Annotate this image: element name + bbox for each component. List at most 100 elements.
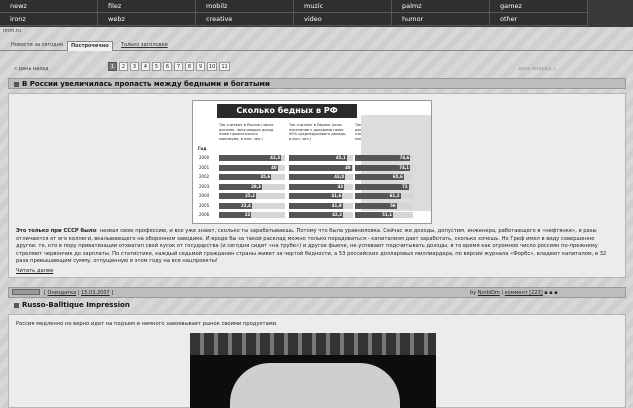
- car-silhouette: [230, 363, 400, 408]
- article-title[interactable]: Russo-Balltique Impression: [14, 301, 130, 309]
- bar-value-label: 74,1: [399, 164, 410, 170]
- bar-value-label: 41,9: [331, 202, 342, 208]
- nav-item-webz[interactable]: webz: [98, 13, 196, 26]
- year-column-header: Год: [198, 146, 207, 151]
- bar: 42,2: [289, 212, 344, 218]
- rating-bar[interactable]: [12, 289, 40, 295]
- tab-per-line[interactable]: Построчечно: [67, 41, 113, 51]
- page-link[interactable]: 4: [141, 62, 150, 71]
- nav-item-filez[interactable]: filez: [98, 0, 196, 13]
- nav-item-gamez[interactable]: gamez: [490, 0, 588, 13]
- bar: 74,1: [355, 164, 411, 171]
- article-lead: Это только при СССР было: [16, 228, 97, 234]
- bar-track: 41,9: [289, 202, 353, 209]
- bar-track: 61,2: [355, 193, 413, 199]
- article-meta: [ Ониздатка | 15.03.2007 ]: [44, 290, 114, 296]
- bar: 45,1: [289, 155, 347, 161]
- bar-track: 42,2: [289, 212, 353, 218]
- article-title-text[interactable]: В России увеличилась пропасть между бедн…: [22, 80, 270, 88]
- site-name[interactable]: nnm.ru: [3, 28, 21, 34]
- bar-track: 43,8: [289, 174, 353, 180]
- bar: 72: [355, 183, 409, 190]
- next-day-link[interactable]: день вперед »: [518, 66, 556, 72]
- nav-item-creative[interactable]: creative: [196, 13, 294, 26]
- page-link[interactable]: 2: [119, 62, 128, 71]
- bar-track: 56: [355, 202, 413, 209]
- column-header-europe: Так считают в Европе (если население с д…: [289, 123, 347, 141]
- bar-value-label: 22: [244, 212, 251, 217]
- year-label: 2001: [199, 164, 210, 170]
- bullet-icon: [14, 81, 19, 87]
- pagination: 1 2 3 4 5 6 7 8 9 10 11: [108, 62, 230, 71]
- bar: 42,3: [219, 155, 282, 161]
- bar-value-label: 25,2: [245, 193, 255, 198]
- nav-item-palmz[interactable]: palmz: [392, 0, 490, 13]
- author-link[interactable]: NorbiDm: [478, 290, 500, 296]
- nav-item-ironz[interactable]: ironz: [0, 13, 98, 26]
- read-more-link[interactable]: Читать далее: [16, 268, 53, 274]
- nav-item-video[interactable]: video: [294, 13, 392, 26]
- bar-track: 49: [289, 164, 353, 171]
- category-link[interactable]: Ониздатка: [48, 290, 77, 296]
- nav-item-humor[interactable]: humor: [392, 13, 490, 26]
- bar-value-label: 56: [390, 202, 396, 208]
- bar-value-label: 49: [345, 164, 351, 170]
- bar: 41,6: [289, 193, 343, 199]
- bar-track: 22,4: [219, 202, 285, 209]
- bar: 61,2: [355, 193, 401, 199]
- page-link[interactable]: 8: [185, 62, 194, 71]
- bar-value-label: 45,1: [335, 155, 346, 160]
- article-author-meta: by NorbiDm | коммент [223] ▪ ▪ ▪: [470, 290, 558, 296]
- bar: 43,8: [289, 174, 346, 180]
- page-link[interactable]: 3: [130, 62, 139, 71]
- by-label: by: [470, 290, 477, 296]
- page-link[interactable]: 9: [196, 62, 205, 71]
- bar: 29,3: [219, 183, 262, 190]
- year-label: 2002: [199, 174, 210, 179]
- infographic-title: Сколько бедных в РФ: [217, 104, 357, 118]
- page-link[interactable]: 10: [207, 62, 218, 71]
- bar: 35,6: [219, 174, 272, 180]
- bar-value-label: 29,3: [251, 183, 261, 189]
- previous-day-link[interactable]: « день назад: [14, 66, 49, 72]
- nav-item-other[interactable]: other: [490, 13, 588, 26]
- page-link[interactable]: 11: [219, 62, 230, 71]
- bar-track: 72: [355, 183, 413, 190]
- bullet-icon: [14, 302, 19, 308]
- bar: 49: [289, 164, 352, 171]
- bar: 25,2: [219, 193, 256, 199]
- bar: 65,6: [355, 174, 404, 180]
- infographic-image: Сколько бедных в РФ Так считают в России…: [192, 100, 432, 224]
- bar-value-label: 51,1: [382, 212, 392, 217]
- bar-track: 35,6: [219, 174, 285, 180]
- bar-track: 45,1: [289, 155, 353, 161]
- article-title-text[interactable]: Russo-Balltique Impression: [22, 301, 130, 309]
- tab-headlines-only[interactable]: Только заголовки: [118, 41, 171, 51]
- bar-value-label: 43,8: [334, 174, 345, 179]
- bar-track: 74,6: [355, 155, 413, 161]
- article-title[interactable]: В России увеличилась пропасть между бедн…: [14, 80, 270, 88]
- bar-value-label: 61,2: [389, 193, 400, 198]
- view-tabs: Новости за сегодня Построчечно Только за…: [0, 39, 633, 51]
- page-link[interactable]: 6: [163, 62, 172, 71]
- page-link[interactable]: 5: [152, 62, 161, 71]
- bar-value-label: 41,6: [331, 193, 342, 198]
- bar-track: 25,2: [219, 193, 285, 199]
- bar-value-label: 65,6: [392, 174, 403, 179]
- year-label: 2006: [199, 212, 210, 217]
- page-link[interactable]: 7: [174, 62, 183, 71]
- bar-track: 65,6: [355, 174, 413, 180]
- date-link[interactable]: 15.03.2007: [81, 290, 110, 296]
- page-link[interactable]: 1: [108, 62, 117, 71]
- nav-item-newz[interactable]: newz: [0, 0, 98, 13]
- bar-value-label: 22,4: [240, 202, 251, 208]
- column-header-russia: Так считают в России (число россиян, пол…: [219, 123, 274, 141]
- bar: 41,9: [289, 202, 343, 209]
- nav-item-muzic[interactable]: muzic: [294, 0, 392, 13]
- comments-link[interactable]: коммент [223]: [505, 290, 543, 296]
- bar-track: 51,1: [355, 212, 413, 218]
- bar-value-label: 40: [271, 164, 277, 170]
- nav-item-mobilz[interactable]: mobilz: [196, 0, 294, 13]
- car-show-photo: [190, 333, 436, 408]
- tab-today-news[interactable]: Новости за сегодня: [8, 41, 66, 51]
